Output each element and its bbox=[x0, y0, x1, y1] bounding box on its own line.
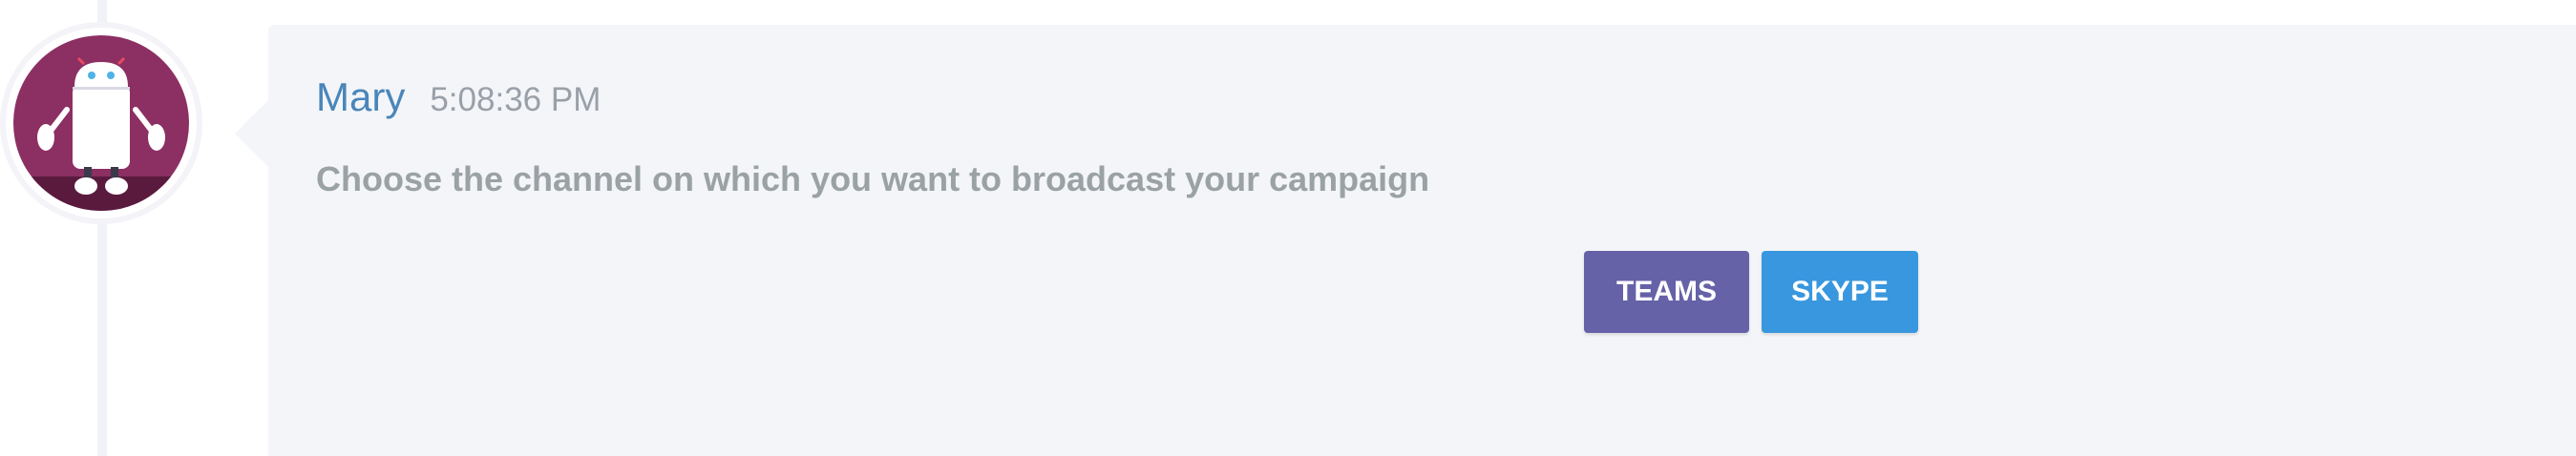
teams-button[interactable]: TEAMS bbox=[1584, 251, 1749, 333]
robot-avatar-icon bbox=[13, 35, 189, 211]
message-text: Choose the channel on which you want to … bbox=[316, 159, 1430, 198]
skype-button[interactable]: SKYPE bbox=[1762, 251, 1918, 333]
message-timestamp: 5:08:36 PM bbox=[430, 81, 602, 118]
sender-name: Mary bbox=[316, 74, 406, 119]
chat-transcript: Mary 5:08:36 PM Choose the channel on wh… bbox=[0, 0, 2576, 456]
message-header: Mary 5:08:36 PM bbox=[316, 74, 601, 120]
bot-avatar bbox=[6, 28, 197, 218]
message-bubble bbox=[268, 25, 2576, 456]
avatar-bg-bottom bbox=[13, 176, 189, 211]
bubble-pointer bbox=[235, 99, 269, 168]
channel-choice-actions: TEAMS SKYPE bbox=[1584, 251, 1918, 333]
